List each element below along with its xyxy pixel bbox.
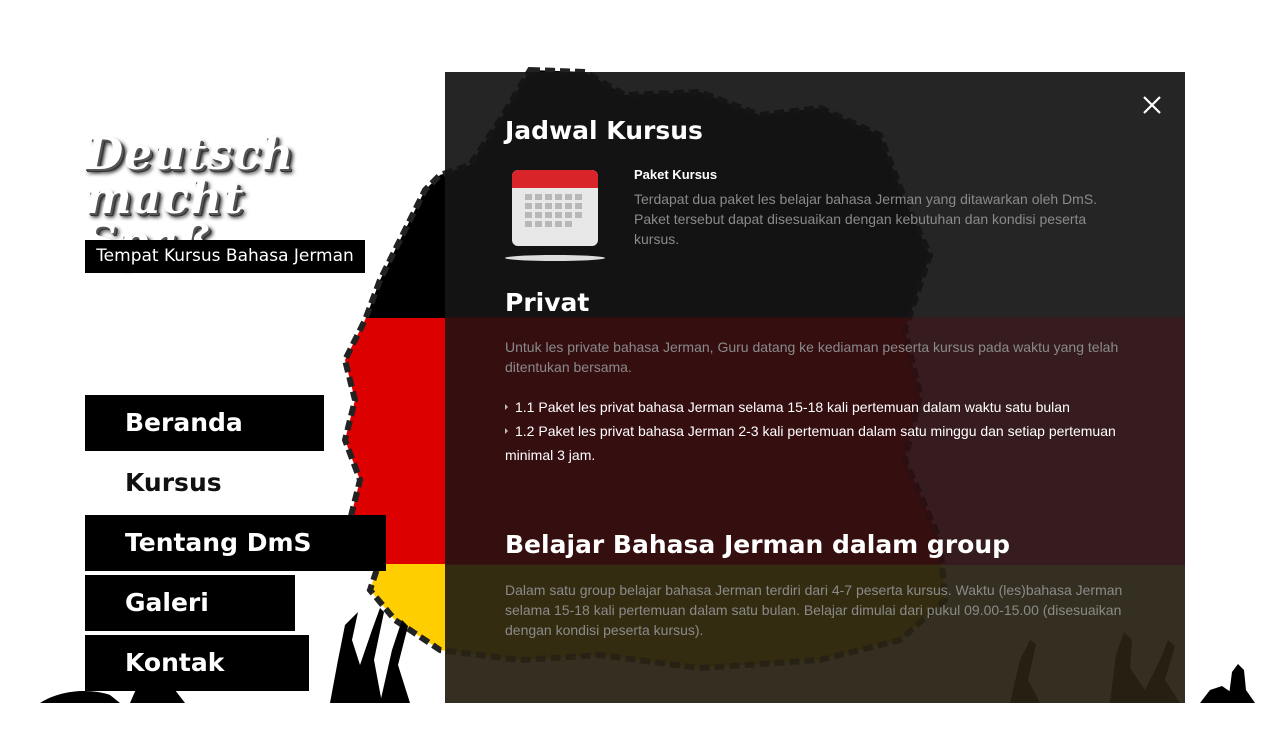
privat-package-list: 1.1 Paket les privat bahasa Jerman selam… [505,395,1145,467]
close-icon[interactable] [1141,94,1163,116]
list-item: 1.2 Paket les privat bahasa Jerman 2-3 k… [505,419,1145,467]
group-description: Dalam satu group belajar bahasa Jerman t… [505,582,1123,638]
modal-title: Jadwal Kursus [505,116,703,145]
site-tagline: Tempat Kursus Bahasa Jerman [85,240,365,273]
privat-description: Untuk les private bahasa Jerman, Guru da… [505,339,1119,375]
nav-item-kontak[interactable]: Kontak [85,635,309,691]
calendar-icon [505,170,605,261]
group-title: Belajar Bahasa Jerman dalam group [505,530,1011,559]
package-description: Terdapat dua paket les belajar bahasa Je… [634,191,1098,247]
nav-item-kursus[interactable]: Kursus [85,455,324,511]
nav-item-tentang-dms[interactable]: Tentang DmS [85,515,386,571]
privat-title: Privat [505,288,590,317]
package-heading: Paket Kursus [634,167,718,182]
list-item-text: 1.1 Paket les privat bahasa Jerman selam… [515,399,1070,415]
list-item-text: 1.2 Paket les privat bahasa Jerman 2-3 k… [505,423,1116,463]
bullet-icon [505,428,508,434]
list-item: 1.1 Paket les privat bahasa Jerman selam… [505,395,1145,419]
bullet-icon [505,404,508,410]
kursus-modal: Jadwal Kursus Paket Kursus Terdapat dua … [445,72,1185,703]
nav-item-galeri[interactable]: Galeri [85,575,295,631]
logo-line-1: Deutsch [85,129,295,180]
nav-item-beranda[interactable]: Beranda [85,395,324,451]
